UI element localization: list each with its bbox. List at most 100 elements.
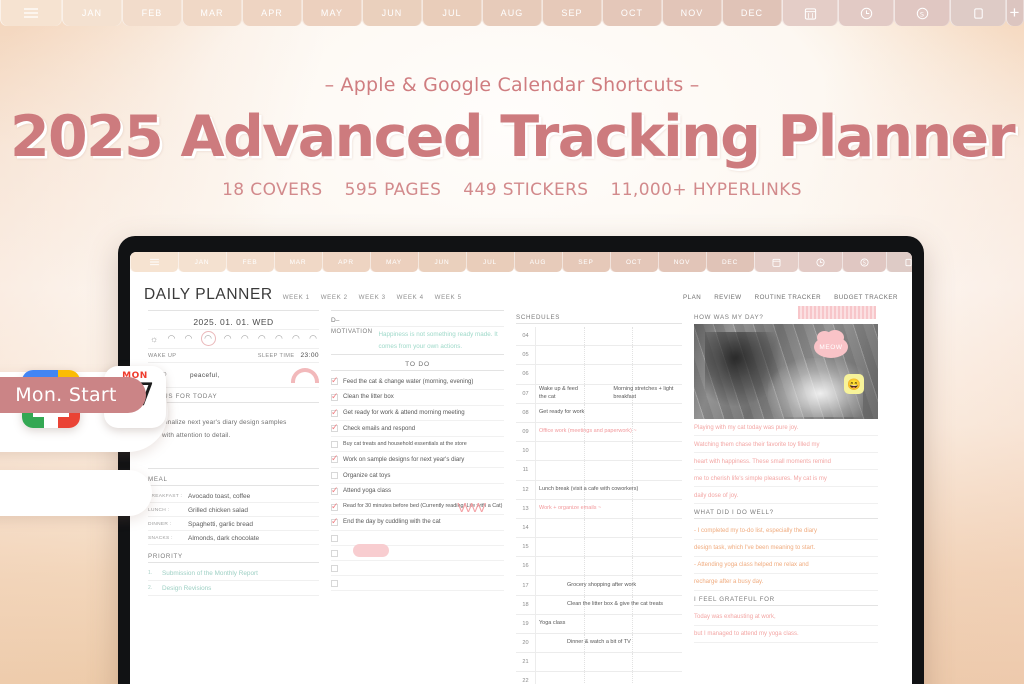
schedule-row[interactable]: 18 Clean the litter box & give the cat tr… bbox=[516, 595, 682, 615]
todo-item[interactable]: Buy cat treats and household essentials … bbox=[331, 437, 504, 453]
focus-content[interactable]: Finalize next year's diary design sample… bbox=[148, 406, 319, 468]
planner-nav-item[interactable]: BUDGET TRACKER bbox=[834, 294, 898, 301]
cloud-drizzle-icon[interactable]: ◠ bbox=[241, 333, 249, 344]
inner-calendar-tab[interactable] bbox=[754, 252, 798, 272]
planner-nav[interactable]: PLAN REVIEW ROUTINE TRACKER BUDGET TRACKER bbox=[683, 294, 898, 301]
schedule-row[interactable]: 10 bbox=[516, 442, 682, 462]
inner-month-tab-nov[interactable]: NOV bbox=[658, 252, 706, 272]
diary-text[interactable]: Playing with my cat today was pure joy. W… bbox=[694, 419, 878, 505]
month-tab-jan[interactable]: JAN bbox=[62, 0, 122, 26]
inner-month-tab-jul[interactable]: JUL bbox=[466, 252, 514, 272]
todo-checkbox[interactable] bbox=[331, 472, 338, 480]
schedule-row[interactable]: 13 Work + organize emails ~ bbox=[516, 499, 682, 519]
schedule-row[interactable]: 15 bbox=[516, 538, 682, 558]
cloud-storm-icon[interactable]: ◠ bbox=[292, 333, 300, 344]
month-tab-nov[interactable]: NOV bbox=[662, 0, 722, 26]
schedule-row[interactable]: 04 bbox=[516, 327, 682, 347]
todo-checkbox[interactable] bbox=[331, 453, 339, 464]
grateful-text[interactable]: Today was exhausting at work, but I manag… bbox=[694, 609, 878, 644]
cloud-snow-icon[interactable]: ◠ bbox=[275, 333, 283, 344]
schedule-row[interactable]: 05 bbox=[516, 346, 682, 366]
inner-month-tab-jan[interactable]: JAN bbox=[178, 252, 226, 272]
inner-month-tab-apr[interactable]: APR bbox=[322, 252, 370, 272]
note-tab[interactable] bbox=[950, 0, 1006, 26]
month-tab-mar[interactable]: MAR bbox=[182, 0, 242, 26]
inner-month-tab-oct[interactable]: OCT bbox=[610, 252, 658, 272]
todo-checkbox[interactable] bbox=[331, 375, 339, 386]
todo-item[interactable]: Clean the litter box bbox=[331, 390, 504, 406]
schedule-row[interactable]: 21 bbox=[516, 653, 682, 673]
cloud-icon[interactable]: ◠ bbox=[167, 333, 175, 344]
meal-row[interactable]: BREAKFAST : Avocado toast, coffee bbox=[148, 489, 319, 503]
schedule-row[interactable]: 07 Wake up & feed the cat Morning stretche… bbox=[516, 384, 682, 404]
todo-checkbox[interactable] bbox=[331, 516, 339, 527]
month-tab-feb[interactable]: FEB bbox=[122, 0, 182, 26]
todo-checkbox[interactable] bbox=[331, 564, 338, 572]
budget-tab[interactable]: S bbox=[894, 0, 950, 26]
month-tab-oct[interactable]: OCT bbox=[602, 0, 662, 26]
meal-row[interactable]: DINNER : Spaghetti, garlic bread bbox=[148, 517, 319, 531]
priority-row[interactable]: 2. Design Revisions bbox=[148, 581, 319, 596]
week-tab[interactable]: WEEK 3 bbox=[359, 294, 386, 301]
add-tab[interactable]: + bbox=[1006, 0, 1024, 26]
schedule-row[interactable]: 17 Grocery shopping after work bbox=[516, 576, 682, 596]
schedule-row[interactable]: 09 Office work (meetings and paperwork) ~ bbox=[516, 422, 682, 443]
planner-nav-item[interactable]: REVIEW bbox=[714, 294, 741, 301]
menu-tab[interactable] bbox=[0, 0, 62, 26]
cloud-rain-icon[interactable]: ◠ bbox=[224, 333, 232, 344]
inner-month-tab-aug[interactable]: AUG bbox=[514, 252, 562, 272]
todo-item[interactable] bbox=[331, 561, 504, 576]
inner-month-tab-feb[interactable]: FEB bbox=[226, 252, 274, 272]
todo-checkbox[interactable] bbox=[331, 407, 339, 418]
todo-item[interactable]: Work on sample designs for next year's d… bbox=[331, 452, 504, 469]
inner-budget-tab[interactable]: S bbox=[842, 252, 886, 272]
weather-selector[interactable]: ☼ ◠ ◠ ◠ ◠ ◠ ◠ ◠ ◠ ◠ bbox=[148, 330, 319, 348]
cloud-sun-icon[interactable]: ◠ bbox=[200, 331, 216, 346]
inner-month-tab-may[interactable]: MAY bbox=[370, 252, 418, 272]
schedule-row[interactable]: 20 Dinner & watch a bit of TV bbox=[516, 634, 682, 654]
week-tab[interactable]: WEEK 4 bbox=[397, 294, 424, 301]
schedule-row[interactable]: 08 Get ready for work bbox=[516, 403, 682, 423]
month-tab-aug[interactable]: AUG bbox=[482, 0, 542, 26]
week-tabs[interactable]: WEEK 1 WEEK 2 WEEK 3 WEEK 4 WEEK 5 bbox=[283, 294, 462, 301]
day-photo[interactable]: MEOW 😄 bbox=[694, 324, 878, 419]
todo-checkbox[interactable] bbox=[331, 579, 338, 587]
month-tab-sep[interactable]: SEP bbox=[542, 0, 602, 26]
todo-item[interactable]: Check emails and respond bbox=[331, 421, 504, 438]
priority-row[interactable]: 1. Submission of the Monthly Report bbox=[148, 566, 319, 581]
planner-nav-item[interactable]: PLAN bbox=[683, 294, 701, 301]
month-tab-jul[interactable]: JUL bbox=[422, 0, 482, 26]
schedule-row[interactable]: 22 bbox=[516, 672, 682, 684]
todo-item[interactable] bbox=[331, 576, 504, 591]
todo-item[interactable]: Feed the cat & change water (morning, ev… bbox=[331, 374, 504, 390]
schedule-row[interactable]: 16 bbox=[516, 557, 682, 577]
week-tab[interactable]: WEEK 5 bbox=[435, 294, 462, 301]
inner-month-tab-mar[interactable]: MAR bbox=[274, 252, 322, 272]
calendar-tab[interactable] bbox=[782, 0, 838, 26]
inner-clock-tab[interactable] bbox=[798, 252, 842, 272]
inner-month-tab-dec[interactable]: DEC bbox=[706, 252, 754, 272]
todo-checkbox[interactable] bbox=[331, 422, 339, 433]
inner-month-tab-jun[interactable]: JUN bbox=[418, 252, 466, 272]
todo-checkbox[interactable] bbox=[331, 441, 338, 449]
sun-icon[interactable]: ☼ bbox=[150, 334, 158, 344]
inner-note-tab[interactable] bbox=[886, 252, 912, 272]
cloud-wind-icon[interactable]: ◠ bbox=[185, 333, 193, 344]
inner-menu-tab[interactable] bbox=[130, 252, 178, 272]
schedule-row[interactable]: 19 Yoga class bbox=[516, 614, 682, 634]
todo-checkbox[interactable] bbox=[331, 485, 339, 496]
inner-month-tab-sep[interactable]: SEP bbox=[562, 252, 610, 272]
planner-nav-item[interactable]: ROUTINE TRACKER bbox=[755, 294, 822, 301]
todo-item[interactable]: Organize cat toys bbox=[331, 468, 504, 484]
week-tab[interactable]: WEEK 2 bbox=[321, 294, 348, 301]
schedule-row[interactable]: 06 bbox=[516, 365, 682, 385]
mon-start-badge[interactable]: Mon. Start bbox=[0, 377, 146, 413]
todo-checkbox[interactable] bbox=[331, 534, 338, 542]
todo-checkbox[interactable] bbox=[331, 501, 339, 512]
month-tab-apr[interactable]: APR bbox=[242, 0, 302, 26]
meal-row[interactable]: LUNCH : Grilled chicken salad bbox=[148, 503, 319, 517]
schedule-row[interactable]: 11 bbox=[516, 461, 682, 481]
clock-tab[interactable] bbox=[838, 0, 894, 26]
todo-item[interactable]: End the day by cuddling with the cat bbox=[331, 515, 504, 531]
cloud-shower-icon[interactable]: ◠ bbox=[258, 333, 266, 344]
